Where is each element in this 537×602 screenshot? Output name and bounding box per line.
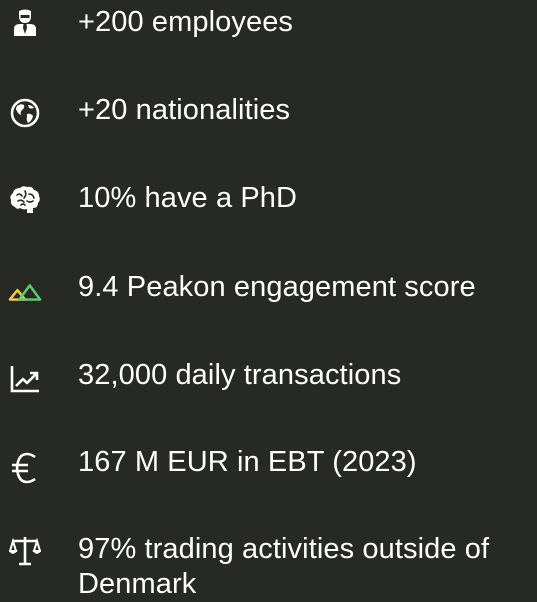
scale-icon	[8, 534, 42, 568]
euro-icon	[8, 451, 42, 485]
stat-nationalities-text: +20 nationalities	[78, 94, 291, 126]
globe-icon	[8, 96, 42, 130]
trending-chart-icon	[8, 362, 42, 396]
stat-ebt-text: 167 M EUR in EBT (2023)	[78, 446, 417, 478]
employee-icon	[8, 6, 42, 40]
stats-list: +200 employees +20 nationalities 10% hav…	[0, 0, 537, 601]
brain-icon	[8, 183, 42, 217]
stat-employees-text: +200 employees	[78, 6, 294, 38]
stat-transactions-text: 32,000 daily transactions	[78, 359, 402, 391]
stat-peakon-text: 9.4 Peakon engagement score	[78, 271, 476, 303]
peakon-logo-icon	[8, 275, 42, 309]
stat-trading-text: 97% trading activities outside of Denmar…	[78, 533, 490, 600]
stat-phd-text: 10% have a PhD	[78, 182, 298, 214]
